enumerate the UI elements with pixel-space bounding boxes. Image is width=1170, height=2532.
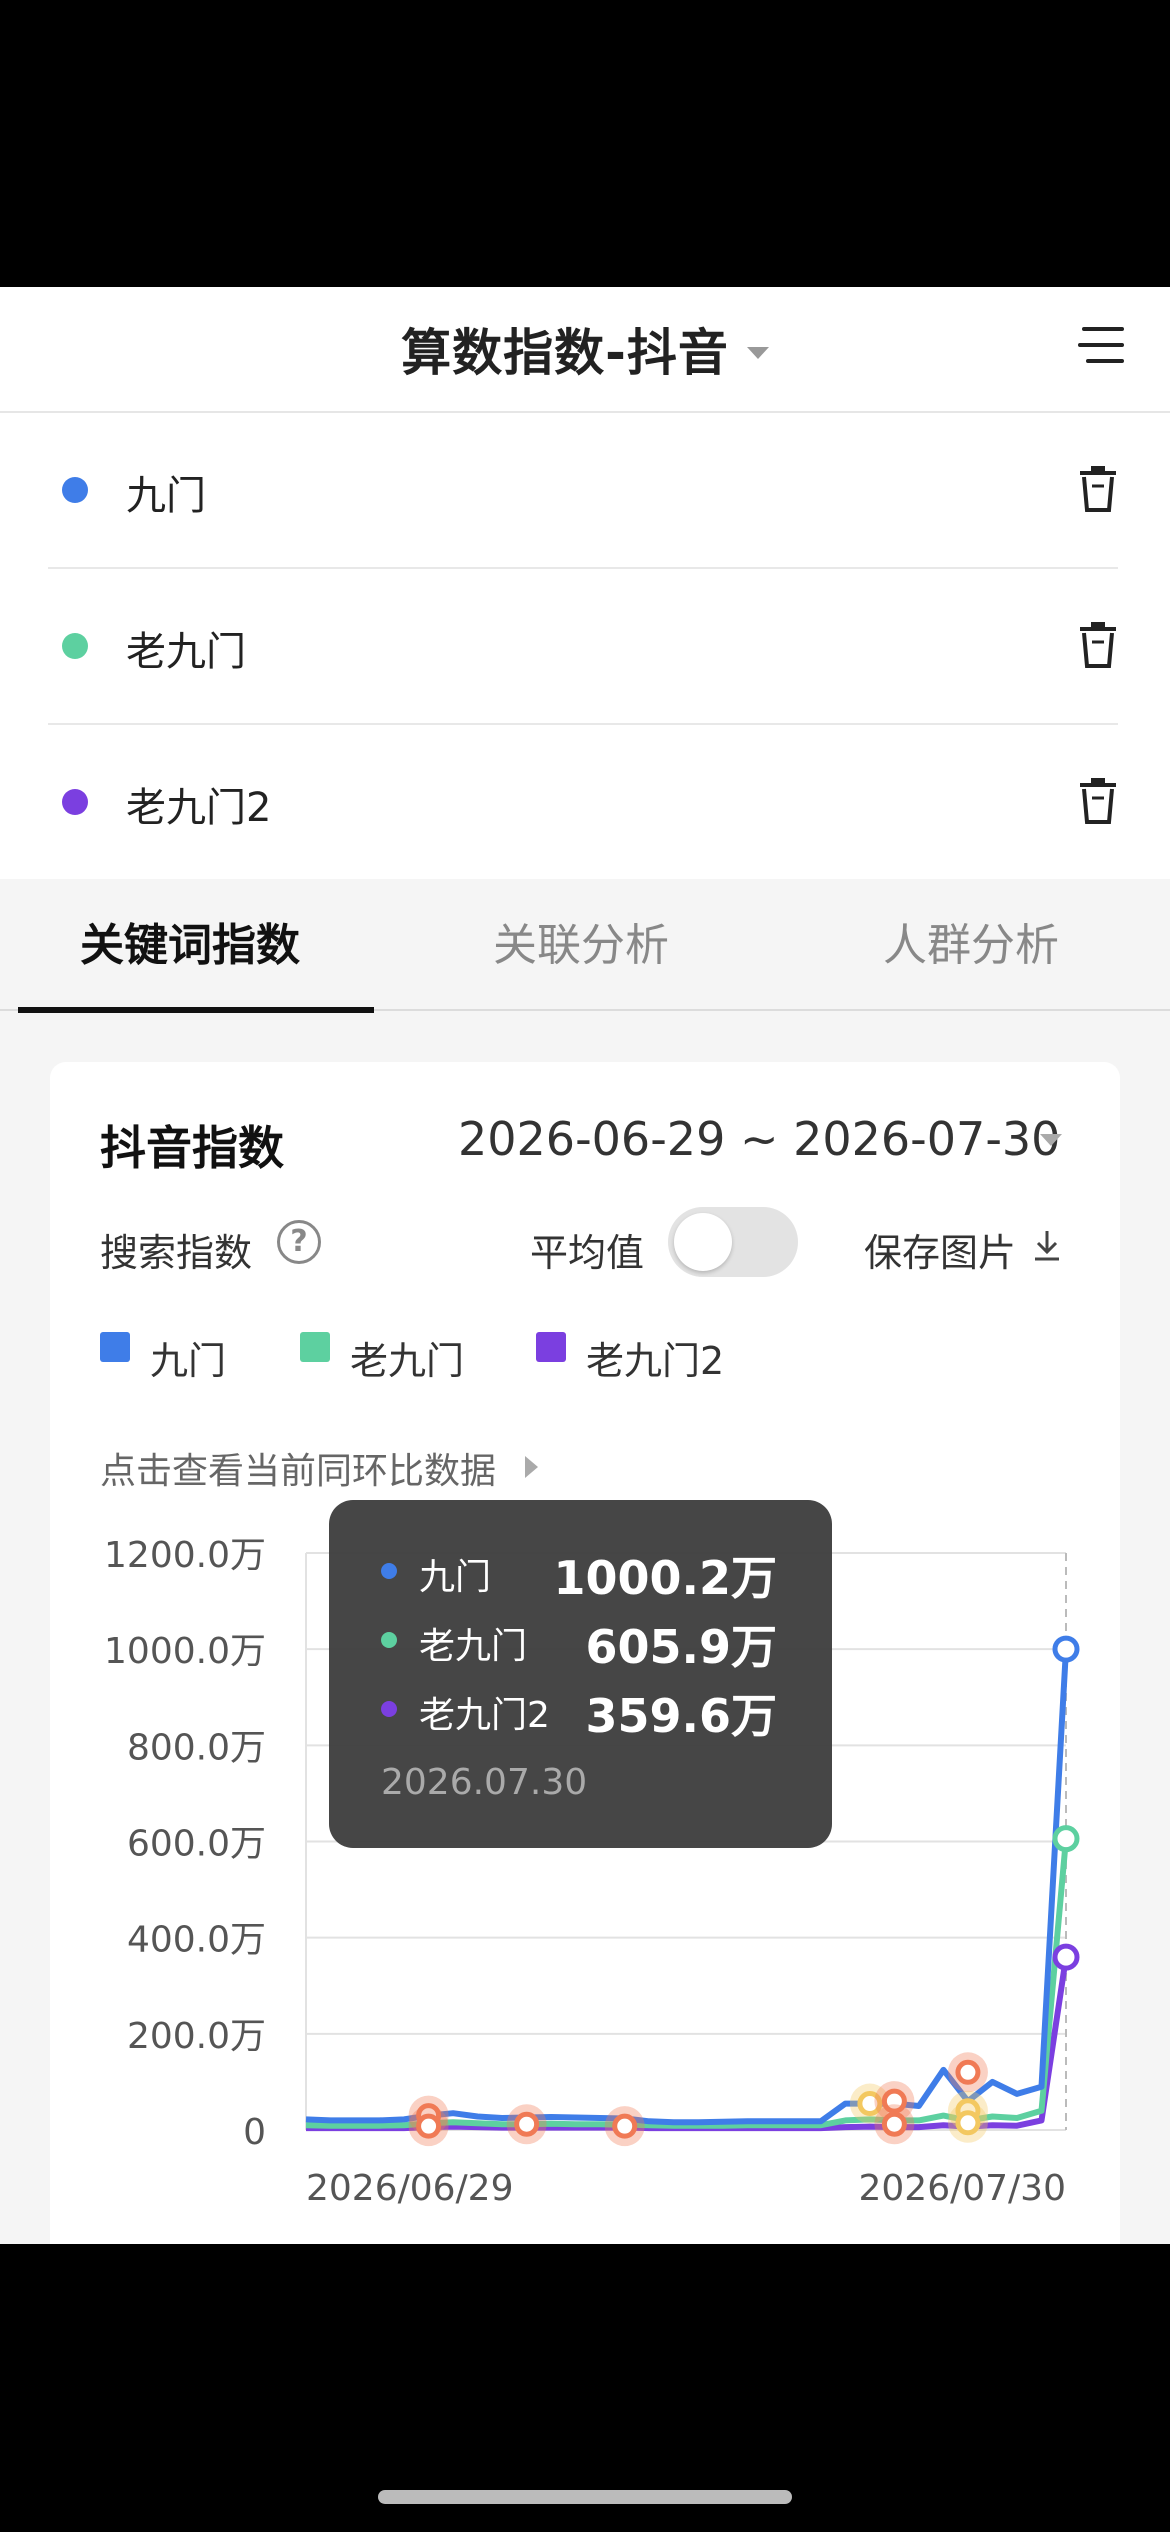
home-indicator[interactable] xyxy=(378,2490,792,2504)
trash-icon[interactable] xyxy=(1076,777,1120,825)
tab-related-analysis[interactable]: 关联分析 xyxy=(493,909,669,973)
trash-icon[interactable] xyxy=(1076,465,1120,513)
top-header: 算数指数-抖音 xyxy=(0,287,1170,413)
tooltip-dot xyxy=(381,1632,397,1648)
download-icon[interactable] xyxy=(1032,1227,1062,1263)
series-endpoint xyxy=(1052,1825,1080,1853)
keyword-row-3[interactable]: 老九门2 xyxy=(48,725,1118,879)
keyword-color-dot xyxy=(62,789,88,815)
y-tick-label: 200.0万 xyxy=(127,2016,266,2057)
tooltip-dot xyxy=(381,1701,397,1717)
y-tick-label: 800.0万 xyxy=(127,1727,266,1768)
chart-tooltip: 九门 1000.2万 老九门 605.9万 老九门2 359.6万 2026.0… xyxy=(329,1500,832,1848)
x-tick-label: 2026/07/30 xyxy=(859,2168,1067,2209)
app-screen: 算数指数-抖音 九门 老九门 老九门2 关键词指数 关联分析 人群分析 抖音指数… xyxy=(0,287,1170,2244)
tooltip-row: 老九门 605.9万 xyxy=(329,1609,832,1674)
tooltip-series-value: 605.9万 xyxy=(585,1620,777,1674)
menu-icon[interactable] xyxy=(1078,325,1124,365)
page-title-text: 算数指数-抖音 xyxy=(401,324,729,382)
save-image-button[interactable]: 保存图片 xyxy=(864,1222,1016,1277)
keyword-color-dot xyxy=(62,477,88,503)
tooltip-row: 九门 1000.2万 xyxy=(329,1540,832,1605)
tab-audience-analysis[interactable]: 人群分析 xyxy=(883,909,1059,973)
y-tick-label: 400.0万 xyxy=(127,1920,266,1961)
help-icon[interactable]: ? xyxy=(277,1220,321,1264)
keyword-label: 老九门2 xyxy=(126,785,272,831)
tooltip-series-name: 老九门2 xyxy=(419,1695,550,1736)
keyword-label: 九门 xyxy=(126,473,206,519)
legend-swatch-jiumen xyxy=(100,1332,130,1362)
toggle-knob xyxy=(674,1213,732,1271)
legend-label-laojiumen2[interactable]: 老九门2 xyxy=(586,1330,724,1385)
legend-label-laojiumen[interactable]: 老九门 xyxy=(350,1330,464,1385)
y-tick-label: 0 xyxy=(243,2112,266,2153)
y-tick-label: 1200.0万 xyxy=(104,1535,266,1576)
page-title[interactable]: 算数指数-抖音 xyxy=(0,313,1170,385)
tooltip-series-value: 1000.2万 xyxy=(553,1551,777,1605)
x-tick-label: 2026/06/29 xyxy=(306,2168,514,2209)
tooltip-series-value: 359.6万 xyxy=(585,1689,777,1743)
trash-icon[interactable] xyxy=(1076,621,1120,669)
tooltip-series-name: 老九门 xyxy=(419,1626,528,1667)
series-endpoint xyxy=(1052,1943,1080,1971)
event-marker xyxy=(955,2110,981,2136)
keyword-label: 老九门 xyxy=(126,629,246,675)
legend-swatch-laojiumen xyxy=(300,1332,330,1362)
y-tick-label: 600.0万 xyxy=(127,1824,266,1865)
tooltip-series-name: 九门 xyxy=(419,1557,492,1598)
chevron-right-icon[interactable] xyxy=(525,1456,538,1478)
legend-label-jiumen[interactable]: 九门 xyxy=(150,1330,226,1385)
tab-keyword-index[interactable]: 关键词指数 xyxy=(80,909,300,973)
event-marker xyxy=(416,2113,442,2139)
average-label: 平均值 xyxy=(530,1231,645,1275)
legend-swatch-laojiumen2 xyxy=(536,1332,566,1362)
keyword-row-2[interactable]: 老九门 xyxy=(48,569,1118,725)
series-endpoint xyxy=(1052,1635,1080,1663)
average-toggle[interactable] xyxy=(668,1207,798,1277)
event-marker xyxy=(514,2111,540,2137)
tooltip-date: 2026.07.30 xyxy=(381,1762,588,1803)
active-tab-underline xyxy=(18,1007,374,1013)
event-marker xyxy=(955,2059,981,2085)
title-dropdown-icon xyxy=(746,346,769,359)
compare-data-link[interactable]: 点击查看当前同环比数据 xyxy=(100,1442,496,1494)
keyword-color-dot xyxy=(62,633,88,659)
date-range-selector[interactable]: 2026-06-29 ~ 2026-07-30 xyxy=(458,1112,1060,1166)
event-marker xyxy=(612,2113,638,2139)
y-tick-label: 1000.0万 xyxy=(104,1631,266,1672)
tooltip-dot xyxy=(381,1563,397,1579)
tooltip-row: 老九门2 359.6万 xyxy=(329,1678,832,1743)
keyword-row-1[interactable]: 九门 xyxy=(48,413,1118,569)
event-marker xyxy=(881,2111,907,2137)
tab-bar: 关键词指数 关联分析 人群分析 xyxy=(0,879,1170,1011)
card-title: 抖音指数 xyxy=(100,1121,284,1175)
chevron-down-icon[interactable] xyxy=(1040,1134,1062,1146)
search-index-label: 搜索指数 xyxy=(100,1231,253,1275)
